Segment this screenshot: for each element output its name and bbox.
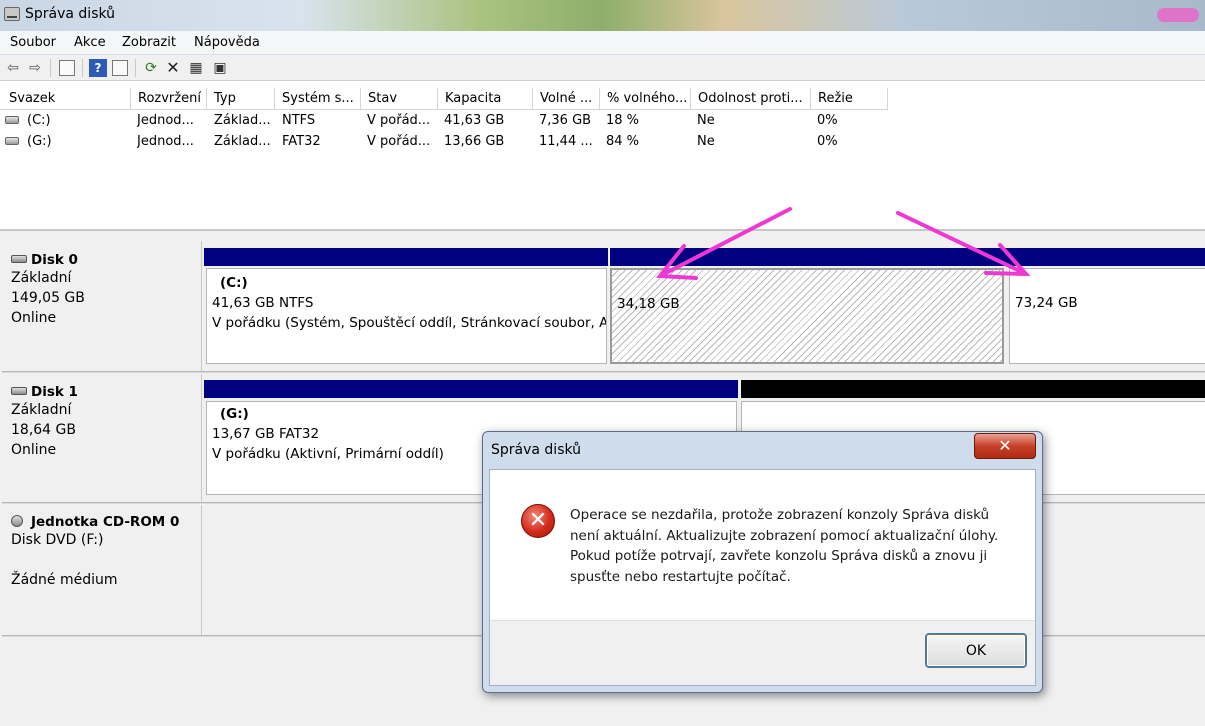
error-icon: ✕ (521, 504, 555, 538)
arrow-shaft (662, 207, 792, 276)
arrow-right (896, 211, 1031, 277)
dialog-close-button[interactable]: ✕ (974, 433, 1036, 459)
arrow-left (656, 207, 792, 280)
dialog-body: ✕ Operace se nezdařila, protože zobrazen… (489, 469, 1036, 686)
error-dialog: Správa disků ✕ ✕ Operace se nezdařila, p… (482, 431, 1043, 693)
error-glyph: ✕ (528, 508, 548, 533)
ok-button[interactable]: OK (926, 634, 1026, 667)
dialog-message: Operace se nezdařila, protože zobrazení … (570, 507, 999, 585)
dialog-footer: OK (490, 620, 1035, 685)
arrow-shaft (896, 211, 1026, 275)
dialog-title: Správa disků (491, 442, 582, 458)
close-icon: ✕ (998, 436, 1012, 455)
